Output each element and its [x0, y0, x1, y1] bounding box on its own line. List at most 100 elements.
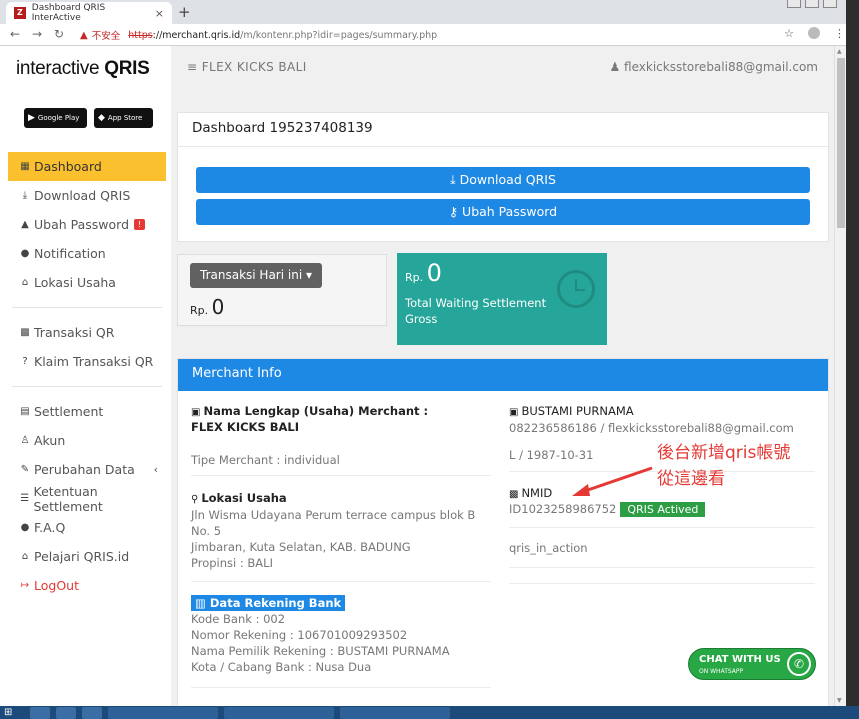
top-header: ≡ FLEX KICKS BALI ♟ flexkicksstorebali88…: [171, 46, 834, 92]
sidebar-item-label: Download QRIS: [34, 188, 131, 203]
app-store-badge[interactable]: ◆ App Store: [94, 108, 153, 128]
url-input[interactable]: ▲ 不安全 https://merchant.qris.id/m/kontenr…: [80, 26, 800, 44]
sidebar-item-dashboard[interactable]: ▦ Dashboard: [8, 152, 166, 181]
scroll-down-icon[interactable]: ▼: [837, 697, 842, 704]
bank-header: ▥ Data Rekening Bank: [191, 595, 346, 611]
sidebar-item-settlement[interactable]: ▤ Settlement: [8, 397, 166, 426]
owner-name: ▣ BUSTAMI PURNAMA: [509, 403, 634, 421]
ubah-password-button[interactable]: ⚷ Ubah Password: [196, 199, 810, 225]
bank-icon: ▥: [195, 596, 206, 610]
waiting-settlement-card: Rp. 0 Total Waiting Settlement Gross: [397, 253, 607, 345]
sidebar-item-download-qris[interactable]: ⤓ Download QRIS: [8, 181, 166, 210]
menu-dots-icon[interactable]: ⋮: [834, 27, 845, 40]
download-icon: ⤓: [450, 172, 456, 187]
transaksi-card: Transaksi Hari ini ▾ Rp. 0: [177, 254, 387, 326]
hamburger-icon[interactable]: ≡: [187, 60, 197, 74]
sidebar-item-akun[interactable]: ♙ Akun: [8, 426, 166, 455]
page-scrollbar[interactable]: ▲ ▼: [834, 46, 846, 706]
lokasi-field: ⚲ Lokasi Usaha: [191, 490, 287, 508]
taskbar-app-icon[interactable]: [82, 706, 102, 719]
back-icon[interactable]: ←: [10, 27, 20, 41]
annotation-arrow-icon: [572, 466, 653, 496]
sidebar-item-notification[interactable]: ● Notification: [8, 239, 166, 268]
transaksi-amount: Rp. 0: [190, 295, 224, 319]
address-bar: ← → ↻ ▲ 不安全 https://merchant.qris.id/m/k…: [0, 24, 859, 46]
caret-down-icon: ▾: [305, 268, 313, 282]
divider: [509, 583, 815, 584]
browser-tab[interactable]: Z Dashboard QRIS InterActive ×: [6, 2, 172, 24]
chat-line-1: CHAT WITH US: [699, 654, 781, 665]
profile-avatar-icon[interactable]: [808, 27, 820, 39]
taskbar-app-icon[interactable]: [56, 706, 76, 719]
status-badge: QRIS Actived: [620, 502, 706, 517]
scroll-up-icon[interactable]: ▲: [837, 48, 842, 55]
sidebar-item-label: Ubah Password: [34, 217, 130, 232]
tipe-merchant: Tipe Merchant : individual: [191, 453, 340, 467]
window-close-icon[interactable]: [823, 0, 837, 8]
document-icon: ☰: [20, 493, 30, 504]
bank-section: ▥ Data Rekening Bank: [191, 595, 346, 611]
waiting-value: 0: [426, 259, 442, 287]
start-icon[interactable]: ⊞: [4, 706, 24, 719]
bank-kota: Kota / Cabang Bank : Nusa Dua: [191, 660, 372, 674]
sidebar-item-faq[interactable]: ● F.A.Q: [8, 513, 166, 542]
sidebar-item-label: Pelajari QRIS.id: [34, 549, 130, 564]
reload-icon[interactable]: ↻: [54, 27, 64, 41]
user-menu[interactable]: ♟ flexkicksstorebali88@gmail.com: [609, 60, 818, 74]
download-qris-button[interactable]: ⤓ Download QRIS: [196, 167, 810, 193]
sidebar-item-label: Transaksi QR: [34, 325, 115, 340]
taskbar-window[interactable]: [224, 706, 334, 719]
nmid-value: ID1023258986752: [509, 502, 617, 516]
whatsapp-chat-button[interactable]: CHAT WITH US ON WHATSAPP ✆: [688, 648, 816, 680]
sidebar-item-label: Lokasi Usaha: [34, 275, 116, 290]
user-icon: ♟: [609, 60, 621, 74]
sidebar-item-logout[interactable]: ↦ LogOut: [8, 571, 166, 600]
sidebar-item-perubahan-data[interactable]: ✎ Perubahan Data ‹: [8, 455, 166, 484]
sidebar-item-ubah-password[interactable]: ▲ Ubah Password!: [8, 210, 166, 239]
logo[interactable]: interactive QRIS: [16, 58, 150, 80]
forward-icon[interactable]: →: [32, 27, 42, 41]
annotation-line-2: 從這邊看: [657, 469, 725, 489]
minimize-icon[interactable]: [787, 0, 801, 8]
unsafe-label: 不安全: [91, 31, 121, 42]
divider: [509, 527, 815, 528]
dashboard-icon: ▦: [20, 161, 30, 172]
sidebar-item-label: Ketentuan Settlement: [33, 483, 103, 514]
merchant-info-header: Merchant Info: [178, 359, 828, 391]
logout-icon: ↦: [20, 580, 30, 591]
warning-icon: ▲: [21, 219, 29, 230]
key-icon: ⚷: [448, 204, 459, 219]
whatsapp-icon: ✆: [787, 652, 811, 676]
taskbar-window[interactable]: [340, 706, 450, 719]
user-card-icon: ▣: [509, 407, 519, 418]
transaksi-dropdown-label: Transaksi Hari ini: [200, 268, 303, 282]
scroll-thumb[interactable]: [837, 58, 845, 228]
nmid-label: NMID: [521, 486, 553, 500]
app-store-label: App Store: [107, 114, 143, 122]
taskbar-window[interactable]: [108, 706, 218, 719]
question-icon: ?: [22, 356, 28, 367]
new-tab-button[interactable]: +: [178, 3, 191, 21]
sidebar-item-lokasi-usaha[interactable]: ⌂ Lokasi Usaha: [8, 268, 166, 297]
close-tab-icon[interactable]: ×: [155, 7, 164, 20]
annotation-text: 後台新增qris帳號 從這邊看: [657, 440, 790, 492]
url-host: ://merchant.qris.id: [152, 29, 241, 41]
divider: [12, 307, 162, 308]
sidebar-item-transaksi-qr[interactable]: ▩ Transaksi QR: [8, 318, 166, 347]
waiting-amount: Rp. 0: [405, 259, 442, 287]
url-path: /m/kontenr.php?idir=pages/summary.php: [240, 29, 438, 41]
transaksi-dropdown[interactable]: Transaksi Hari ini ▾: [190, 263, 323, 288]
nmid-value-row: ID1023258986752 QRIS Actived: [509, 501, 706, 518]
owner-contact: 082236586186 / flexkicksstorebali88@gmai…: [509, 421, 794, 435]
sidebar-item-pelajari-qris[interactable]: ⌂ Pelajari QRIS.id: [8, 542, 166, 571]
bank-kode: Kode Bank : 002: [191, 612, 286, 626]
sidebar-item-ketentuan-settlement[interactable]: ☰ Ketentuan Settlement: [8, 483, 166, 514]
maximize-icon[interactable]: [805, 0, 819, 8]
sidebar-item-klaim-transaksi[interactable]: ? Klaim Transaksi QR: [8, 347, 166, 376]
bookmark-star-icon[interactable]: ☆: [784, 27, 794, 40]
divider: [191, 475, 491, 476]
google-play-badge[interactable]: ▶ Google Play: [24, 108, 87, 128]
taskbar-app-icon[interactable]: [30, 706, 50, 719]
qris-tag: qris_in_action: [509, 541, 588, 555]
sidebar-item-label: Akun: [34, 433, 66, 448]
